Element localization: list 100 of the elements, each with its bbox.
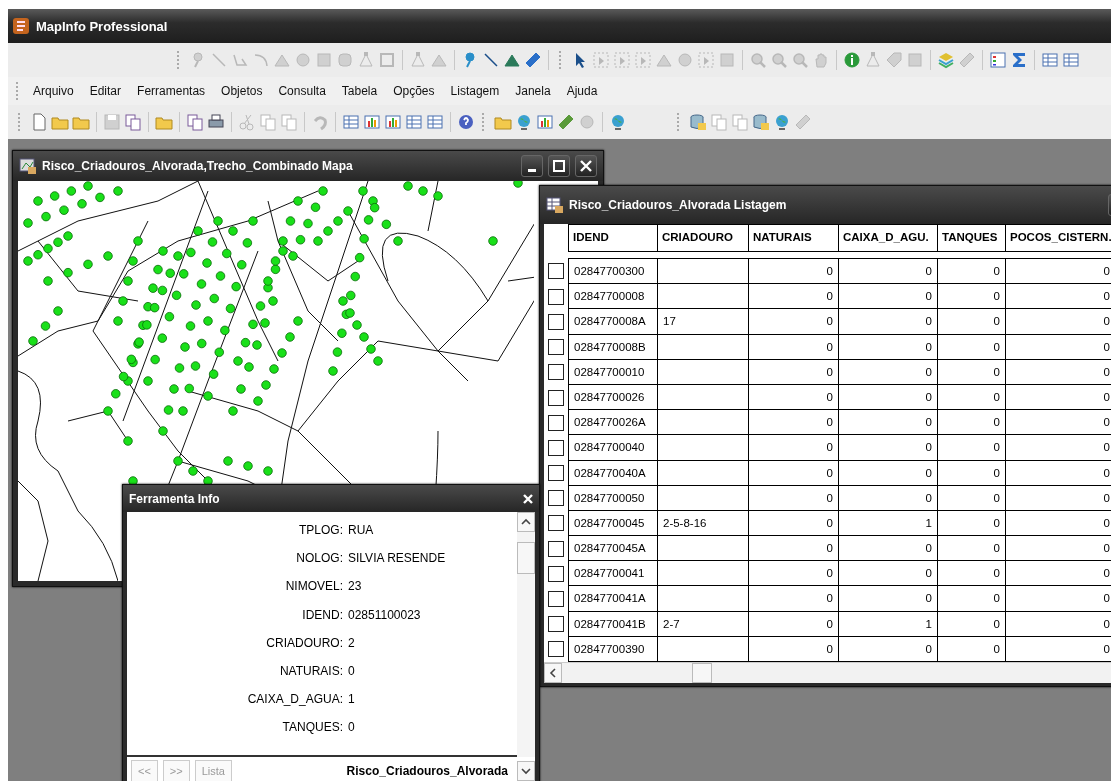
line-icon[interactable] xyxy=(482,51,500,69)
scroll-left-button[interactable] xyxy=(544,663,562,683)
bar-chart-icon[interactable] xyxy=(384,113,402,131)
table-cell: 0 xyxy=(839,284,938,310)
circle-icon[interactable] xyxy=(578,113,596,131)
row-checkbox[interactable] xyxy=(548,540,564,557)
row-checkbox[interactable] xyxy=(548,414,564,431)
column-header[interactable]: NATURAIS xyxy=(749,224,839,252)
row-checkbox[interactable] xyxy=(548,465,564,482)
database-icon[interactable] xyxy=(689,113,707,131)
selection-icon[interactable] xyxy=(697,51,715,69)
selection-icon[interactable] xyxy=(613,51,631,69)
info-icon[interactable] xyxy=(843,51,861,69)
chevron-left-icon xyxy=(549,668,557,678)
maximize-button[interactable] xyxy=(548,155,570,177)
frame-icon[interactable] xyxy=(378,51,396,69)
menu-item[interactable]: Tabela xyxy=(333,84,386,98)
menu-item[interactable]: Janela xyxy=(507,84,559,98)
table-icon[interactable] xyxy=(1062,51,1080,69)
table-cell: 0 xyxy=(749,561,839,587)
globe-icon[interactable] xyxy=(773,113,791,131)
scrollbar-thumb[interactable] xyxy=(517,542,535,574)
menu-item[interactable]: Ferramentas xyxy=(129,84,214,98)
copy-icon[interactable] xyxy=(280,113,298,131)
copy-icon[interactable] xyxy=(710,113,728,131)
close-icon[interactable] xyxy=(523,493,533,504)
zoom-icon[interactable] xyxy=(770,51,788,69)
table-cell: 02847700041 xyxy=(568,561,658,587)
undo-icon[interactable] xyxy=(311,113,329,131)
list-icon[interactable] xyxy=(989,51,1007,69)
table-icon[interactable] xyxy=(342,113,360,131)
close-button[interactable] xyxy=(575,155,597,177)
table-icon[interactable] xyxy=(405,113,423,131)
layers-icon[interactable] xyxy=(937,51,955,69)
zoom-icon[interactable] xyxy=(749,51,767,69)
bar-chart-icon[interactable] xyxy=(363,113,381,131)
table-cell: 0 xyxy=(839,586,938,612)
tag-icon[interactable] xyxy=(885,51,903,69)
column-header[interactable]: CRIADOURO xyxy=(658,224,749,252)
row-checkbox[interactable] xyxy=(548,262,564,279)
scroll-down-button[interactable] xyxy=(517,761,535,781)
row-checkbox[interactable] xyxy=(548,313,564,330)
row-checkbox[interactable] xyxy=(548,364,564,381)
row-checkbox[interactable] xyxy=(548,641,564,658)
table-cell: 0284770045A xyxy=(568,536,658,562)
menu-item[interactable]: Arquivo xyxy=(25,84,82,98)
globe-icon[interactable] xyxy=(609,113,627,131)
table-cell: 0 xyxy=(839,460,938,486)
row-checkbox[interactable] xyxy=(548,339,564,356)
column-header[interactable]: CAIXA_D_AGU. xyxy=(839,224,938,252)
table-cell: 0 xyxy=(749,359,839,385)
copy-icon[interactable] xyxy=(186,113,204,131)
copy-icon[interactable] xyxy=(259,113,277,131)
circle-icon[interactable] xyxy=(676,51,694,69)
help-icon[interactable] xyxy=(457,113,475,131)
info-window-title: Ferramenta Info xyxy=(129,491,221,506)
row-checkbox[interactable] xyxy=(548,288,564,305)
bar-chart-icon[interactable] xyxy=(536,113,554,131)
menu-item[interactable]: Objetos xyxy=(213,84,271,98)
new-file-icon[interactable] xyxy=(30,113,48,131)
globe-icon[interactable] xyxy=(515,113,533,131)
table-icon[interactable] xyxy=(1041,51,1059,69)
table-cell: 02847700040 xyxy=(568,435,658,461)
scroll-up-button[interactable] xyxy=(517,512,535,532)
table-cell: 0 xyxy=(1006,611,1111,637)
menu-item[interactable]: Listagem xyxy=(442,84,508,98)
minimize-button[interactable] xyxy=(521,155,543,177)
circle-icon[interactable] xyxy=(294,51,312,69)
menu-item[interactable]: Consulta xyxy=(270,84,334,98)
row-checkbox[interactable] xyxy=(548,565,564,582)
table-cell: 0 xyxy=(839,309,938,335)
database-icon[interactable] xyxy=(752,113,770,131)
minimize-icon xyxy=(528,168,536,172)
arc-icon[interactable] xyxy=(252,51,270,69)
selection-icon[interactable] xyxy=(634,51,652,69)
row-checkbox[interactable] xyxy=(548,591,564,608)
sigma-icon[interactable] xyxy=(1010,51,1028,69)
table-cell: 0 xyxy=(938,334,1006,360)
copy-icon[interactable] xyxy=(731,113,749,131)
column-header[interactable]: IDEND xyxy=(568,224,658,252)
menu-item[interactable]: Opções xyxy=(385,84,443,98)
row-checkbox[interactable] xyxy=(548,490,564,507)
row-checkbox[interactable] xyxy=(548,616,564,633)
table-icon[interactable] xyxy=(426,113,444,131)
print-icon[interactable] xyxy=(207,113,225,131)
copy-icon[interactable] xyxy=(124,113,142,131)
column-header[interactable]: TANQUES xyxy=(938,224,1006,252)
rounded-square-icon[interactable] xyxy=(336,51,354,69)
column-header[interactable]: POCOS_CISTERN. xyxy=(1006,224,1111,252)
menu-item[interactable]: Ajuda xyxy=(558,84,606,98)
cut-icon[interactable] xyxy=(238,113,256,131)
row-checkbox[interactable] xyxy=(548,515,564,532)
zoom-icon[interactable] xyxy=(791,51,809,69)
ruler-icon[interactable] xyxy=(524,51,542,69)
save-icon[interactable] xyxy=(103,113,121,131)
scrollbar-thumb[interactable] xyxy=(692,663,712,683)
row-checkbox[interactable] xyxy=(548,439,564,456)
menu-item[interactable]: Editar xyxy=(81,84,130,98)
ruler-icon[interactable] xyxy=(557,113,575,131)
row-checkbox[interactable] xyxy=(548,389,564,406)
